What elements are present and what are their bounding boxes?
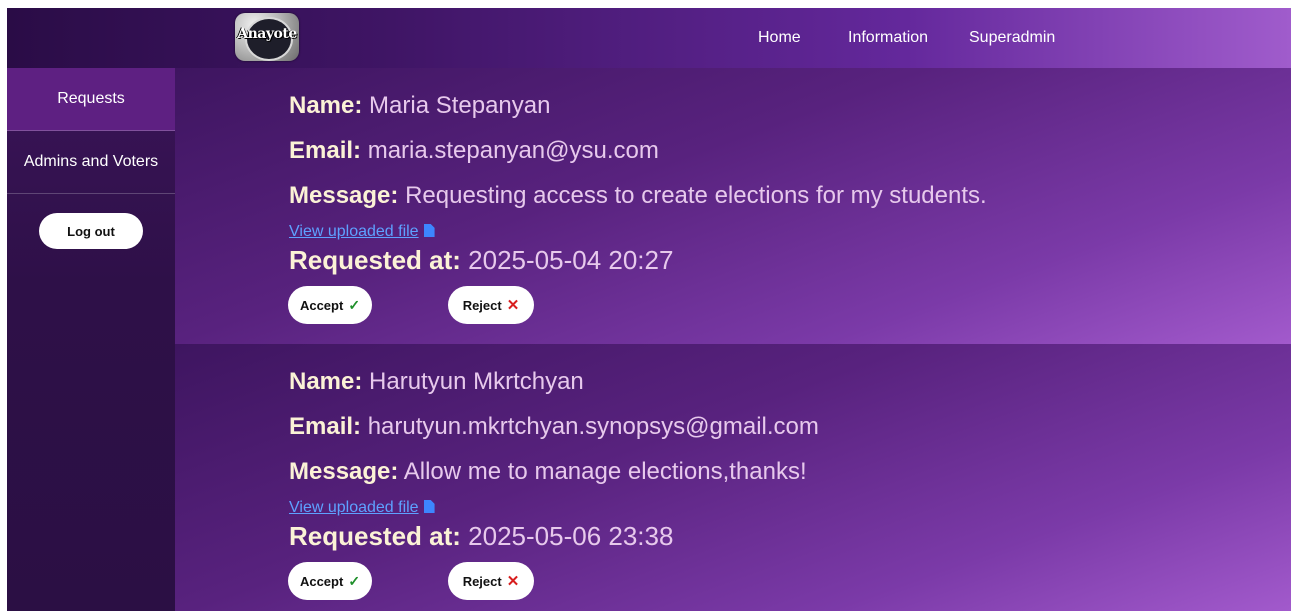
- accept-label: Accept: [299, 573, 344, 589]
- app-frame: Anayote Home Information Superadmin Requ…: [7, 8, 1291, 611]
- sidebar-item-label: Admins and Voters: [23, 153, 159, 170]
- name-label: Name:: [289, 92, 363, 119]
- file-icon: [423, 500, 435, 513]
- reject-button[interactable]: Reject ✕: [448, 562, 534, 600]
- nav-link-superadmin[interactable]: Superadmin: [969, 29, 1055, 47]
- message-value: Allow me to manage elections,thanks!: [403, 458, 807, 485]
- request-email: Email: harutyun.mkrtchyan.synopsys@gmail…: [289, 413, 819, 441]
- file-icon: [423, 224, 435, 237]
- check-icon: ✓: [348, 572, 361, 589]
- sidebar-item-admins-and-voters[interactable]: Admins and Voters: [7, 131, 175, 194]
- logo[interactable]: Anayote: [235, 13, 299, 61]
- sidebar-item-requests[interactable]: Requests: [7, 68, 175, 131]
- requested-value: 2025-05-06 23:38: [468, 521, 674, 551]
- requested-value: 2025-05-04 20:27: [468, 245, 674, 275]
- file-link-label: View uploaded file: [289, 223, 419, 240]
- x-icon: ✕: [506, 573, 520, 590]
- name-value: Harutyun Mkrtchyan: [369, 368, 584, 395]
- request-timestamp: Requested at: 2025-05-06 23:38: [289, 521, 673, 552]
- view-uploaded-file-link[interactable]: View uploaded file: [289, 223, 435, 241]
- message-value: Requesting access to create elections fo…: [405, 182, 987, 209]
- check-icon: ✓: [348, 296, 361, 313]
- reject-label: Reject: [462, 297, 502, 313]
- reject-label: Reject: [462, 573, 502, 589]
- email-label: Email:: [289, 413, 362, 440]
- file-link-label: View uploaded file: [289, 499, 419, 516]
- request-timestamp: Requested at: 2025-05-04 20:27: [289, 245, 673, 276]
- sidebar: Requests Admins and Voters Log out: [7, 68, 175, 611]
- request-message: Message: Requesting access to create ele…: [289, 182, 987, 210]
- request-message: Message: Allow me to manage elections,th…: [289, 458, 807, 486]
- accept-button[interactable]: Accept ✓: [288, 286, 372, 324]
- accept-label: Accept: [299, 297, 344, 313]
- message-label: Message:: [289, 182, 399, 209]
- accept-button[interactable]: Accept ✓: [288, 562, 372, 600]
- view-uploaded-file-link[interactable]: View uploaded file: [289, 499, 435, 517]
- requested-label: Requested at:: [289, 521, 461, 551]
- email-label: Email:: [289, 137, 362, 164]
- name-value: Maria Stepanyan: [369, 92, 551, 119]
- name-label: Name:: [289, 368, 363, 395]
- request-name: Name: Harutyun Mkrtchyan: [289, 368, 584, 396]
- requested-label: Requested at:: [289, 245, 461, 275]
- request-card: Name: Maria Stepanyan Email: maria.stepa…: [175, 68, 1291, 344]
- x-icon: ✕: [506, 297, 520, 314]
- message-label: Message:: [289, 458, 399, 485]
- request-email: Email: maria.stepanyan@ysu.com: [289, 137, 659, 165]
- logout-button[interactable]: Log out: [39, 213, 143, 249]
- nav-link-information[interactable]: Information: [848, 29, 928, 47]
- request-name: Name: Maria Stepanyan: [289, 92, 550, 120]
- top-navbar: Anayote Home Information Superadmin: [7, 8, 1291, 68]
- logo-text: Anayote: [237, 26, 297, 42]
- email-value: harutyun.mkrtchyan.synopsys@gmail.com: [367, 413, 819, 440]
- email-value: maria.stepanyan@ysu.com: [367, 137, 659, 164]
- sidebar-item-label: Requests: [57, 90, 125, 107]
- nav-link-home[interactable]: Home: [758, 29, 801, 47]
- reject-button[interactable]: Reject ✕: [448, 286, 534, 324]
- request-card: Name: Harutyun Mkrtchyan Email: harutyun…: [175, 344, 1291, 611]
